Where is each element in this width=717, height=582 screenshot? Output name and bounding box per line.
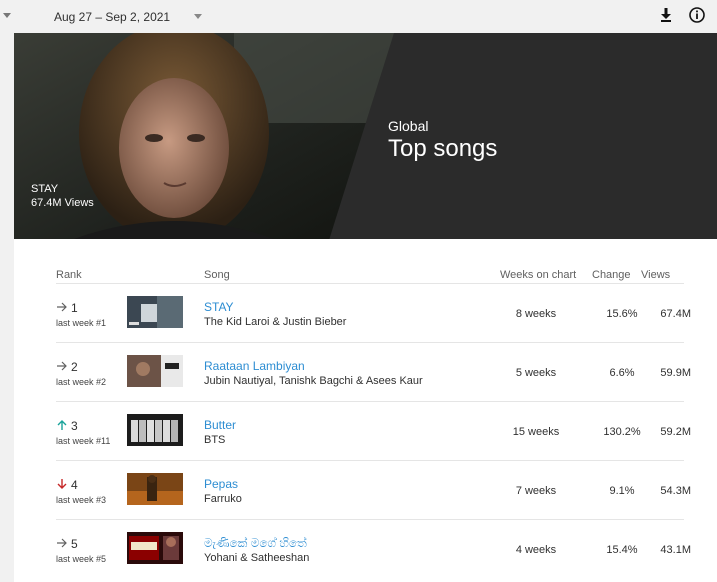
page-title: Top songs — [388, 135, 498, 162]
table-body: 1 last week #1 STAY The Kid Laroi & Just… — [14, 283, 717, 578]
column-header-rank: Rank — [56, 269, 82, 281]
info-icon[interactable] — [687, 5, 707, 25]
video-thumbnail[interactable] — [127, 296, 183, 328]
views-count: 54.3M — [660, 485, 691, 497]
arrow-right-icon — [57, 302, 67, 312]
song-title-link[interactable]: STAY — [204, 300, 234, 314]
last-week-rank: last week #3 — [56, 495, 107, 505]
chevron-down-icon[interactable] — [3, 13, 11, 18]
rank-number: 5 — [71, 537, 78, 551]
last-week-rank: last week #2 — [56, 377, 107, 387]
chart-table: Rank Song Weeks on chart Change Views 1 … — [14, 239, 717, 582]
rank-number: 3 — [71, 419, 78, 433]
weeks-on-chart: 5 weeks — [515, 367, 557, 379]
hero-views: 67.4M Views — [31, 197, 94, 209]
video-thumbnail[interactable] — [127, 414, 183, 446]
column-header-change: Change — [592, 269, 631, 281]
table-row[interactable]: 5 last week #5 මැණිකේ මගේ හිතේ Yohani & … — [56, 519, 691, 578]
last-week-rank: last week #1 — [56, 318, 107, 328]
song-title-link[interactable]: Raataan Lambiyan — [204, 359, 305, 373]
column-header-song: Song — [204, 269, 230, 281]
song-title-link[interactable]: Butter — [204, 418, 236, 432]
views-count: 59.2M — [660, 426, 691, 438]
rank-number: 4 — [71, 478, 78, 492]
video-thumbnail[interactable] — [127, 473, 183, 505]
weeks-on-chart: 4 weeks — [515, 544, 557, 556]
views-count: 59.9M — [660, 367, 691, 379]
column-header-weeks: Weeks on chart — [500, 269, 577, 281]
arrow-up-icon — [57, 420, 67, 430]
toolbar: Aug 27 – Sep 2, 2021 — [0, 0, 717, 33]
arrow-right-icon — [57, 538, 67, 548]
table-row[interactable]: 3 last week #11 Butter BTS 15 weeks 130.… — [56, 401, 691, 460]
table-row[interactable]: 2 last week #2 Raataan Lambiyan Jubin Na… — [56, 342, 691, 401]
table-row[interactable]: 4 last week #3 Pepas Farruko 7 weeks 9.1… — [56, 460, 691, 519]
artist-name: Farruko — [204, 493, 242, 505]
weeks-on-chart: 7 weeks — [515, 485, 557, 497]
download-icon[interactable] — [656, 5, 676, 25]
hero-song-title: STAY — [31, 183, 59, 195]
chart-region: Global — [388, 118, 429, 134]
rank-number: 1 — [71, 301, 78, 315]
table-row[interactable]: 1 last week #1 STAY The Kid Laroi & Just… — [56, 283, 691, 342]
rank-number: 2 — [71, 360, 78, 374]
weeks-on-chart: 15 weeks — [512, 426, 560, 438]
last-week-rank: last week #5 — [56, 554, 107, 564]
video-thumbnail[interactable] — [127, 355, 183, 387]
date-range-select[interactable]: Aug 27 – Sep 2, 2021 — [54, 10, 170, 24]
chevron-down-icon[interactable] — [194, 14, 202, 19]
artist-name: BTS — [204, 434, 226, 446]
artist-name: The Kid Laroi & Justin Bieber — [204, 316, 347, 328]
arrow-right-icon — [57, 361, 67, 371]
hero-banner[interactable]: STAY 67.4M Views Global Top songs — [14, 33, 717, 239]
artist-name: Yohani & Satheeshan — [204, 552, 310, 564]
arrow-down-icon — [57, 479, 67, 489]
weeks-on-chart: 8 weeks — [515, 308, 557, 320]
video-thumbnail[interactable] — [127, 532, 183, 564]
column-header-views: Views — [641, 269, 671, 281]
artist-name: Jubin Nautiyal, Tanishk Bagchi & Asees K… — [204, 375, 423, 387]
views-count: 67.4M — [660, 308, 691, 320]
last-week-rank: last week #11 — [56, 436, 111, 446]
song-title-link[interactable]: Pepas — [204, 477, 238, 491]
song-title-link[interactable]: මැණිකේ මගේ හිතේ — [204, 536, 307, 551]
views-count: 43.1M — [660, 544, 691, 556]
